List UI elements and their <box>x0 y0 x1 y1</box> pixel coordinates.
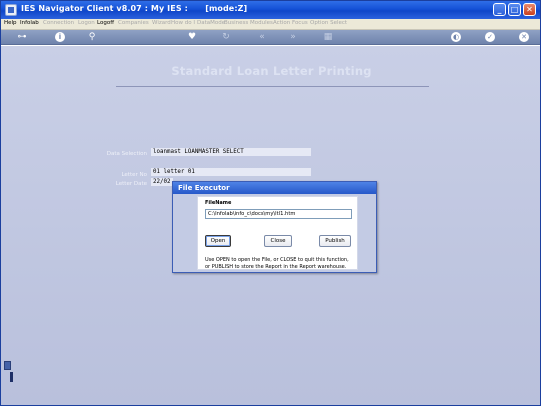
maximize-button[interactable]: □ <box>508 3 521 16</box>
back-icon[interactable]: « <box>257 32 267 42</box>
side-panel-icon[interactable] <box>4 361 11 370</box>
menu-wizard[interactable]: Wizard <box>152 20 171 26</box>
key-icon[interactable]: ⊶ <box>13 32 31 42</box>
file-executor-dialog: File Executor FileName C:\Infolab\info_c… <box>172 181 377 273</box>
toolbar: ⊶ i ⚲ ♥ ↻ « » ▦ ◐ ✓ ✕ <box>1 30 540 45</box>
menu-option-select[interactable]: Option Select <box>310 20 347 26</box>
grid-icon[interactable]: ▦ <box>323 32 333 42</box>
title-bar[interactable]: IES Navigator Client v8.07 : My IES : [m… <box>1 1 540 19</box>
dialog-help-text: Use OPEN to open the File, or CLOSE to q… <box>205 257 349 270</box>
page-title: Standard Loan Letter Printing <box>171 64 372 78</box>
menu-logon[interactable]: Logon <box>78 20 95 26</box>
menu-logoff[interactable]: Logoff <box>97 20 114 26</box>
window-title: IES Navigator Client v8.07 : My IES : [m… <box>21 4 247 13</box>
window-mode: [mode:Z] <box>205 4 248 13</box>
window-title-text: IES Navigator Client v8.07 : My IES : <box>21 4 188 13</box>
minimize-icon: _ <box>497 5 502 14</box>
menu-companies[interactable]: Companies <box>118 20 149 26</box>
menu-how-do-i[interactable]: How do I <box>171 20 195 26</box>
info-icon[interactable]: i <box>55 32 65 42</box>
globe-icon[interactable]: ◐ <box>451 32 461 42</box>
menu-action-focus[interactable]: Action Focus <box>273 20 308 26</box>
close-icon: ✕ <box>526 5 533 14</box>
refresh-icon[interactable]: ↻ <box>221 32 231 42</box>
letter-date-label: Letter Date <box>115 181 147 187</box>
letter-no-field[interactable]: 01 letter 01 <box>151 168 311 176</box>
letter-date-field[interactable]: 22/02 <box>151 178 173 186</box>
filename-label: FileName <box>205 200 232 206</box>
data-selection-label: Data Selection <box>106 151 147 157</box>
toolbar-close-icon[interactable]: ✕ <box>519 32 529 42</box>
minimize-button[interactable]: _ <box>493 3 506 16</box>
filename-input[interactable]: C:\Infolab\info_c\docs\my\ltl1.htm <box>205 209 352 219</box>
menu-datamode[interactable]: DataMode <box>197 20 225 26</box>
menu-connection[interactable]: Connection <box>43 20 74 26</box>
close-dialog-button[interactable]: Close <box>264 235 292 247</box>
app-window: IES Navigator Client v8.07 : My IES : [m… <box>0 0 541 406</box>
menu-bar: Help Infolab Connection Logon Logoff Com… <box>1 19 540 30</box>
maximize-icon: □ <box>510 5 519 14</box>
letter-no-label: Letter No <box>121 172 147 178</box>
menu-business-modules[interactable]: Business Modules <box>224 20 273 26</box>
dialog-title: File Executor <box>178 184 230 192</box>
open-button[interactable]: Open <box>205 235 231 247</box>
search-icon[interactable]: ⚲ <box>87 32 97 42</box>
data-selection-field[interactable]: loanmast LOANMASTER SELECT <box>151 148 311 156</box>
menu-infolab[interactable]: Infolab <box>20 20 39 26</box>
app-icon <box>5 4 17 16</box>
menu-help[interactable]: Help <box>4 20 17 26</box>
publish-button[interactable]: Publish <box>319 235 351 247</box>
check-icon[interactable]: ✓ <box>485 32 495 42</box>
forward-icon[interactable]: » <box>288 32 298 42</box>
side-handle-icon[interactable] <box>10 372 13 382</box>
heart-icon[interactable]: ♥ <box>187 32 197 42</box>
dialog-body: FileName C:\Infolab\info_c\docs\my\ltl1.… <box>197 196 358 270</box>
dialog-title-bar[interactable]: File Executor <box>173 182 376 194</box>
title-divider <box>116 86 429 87</box>
close-button[interactable]: ✕ <box>523 3 536 16</box>
